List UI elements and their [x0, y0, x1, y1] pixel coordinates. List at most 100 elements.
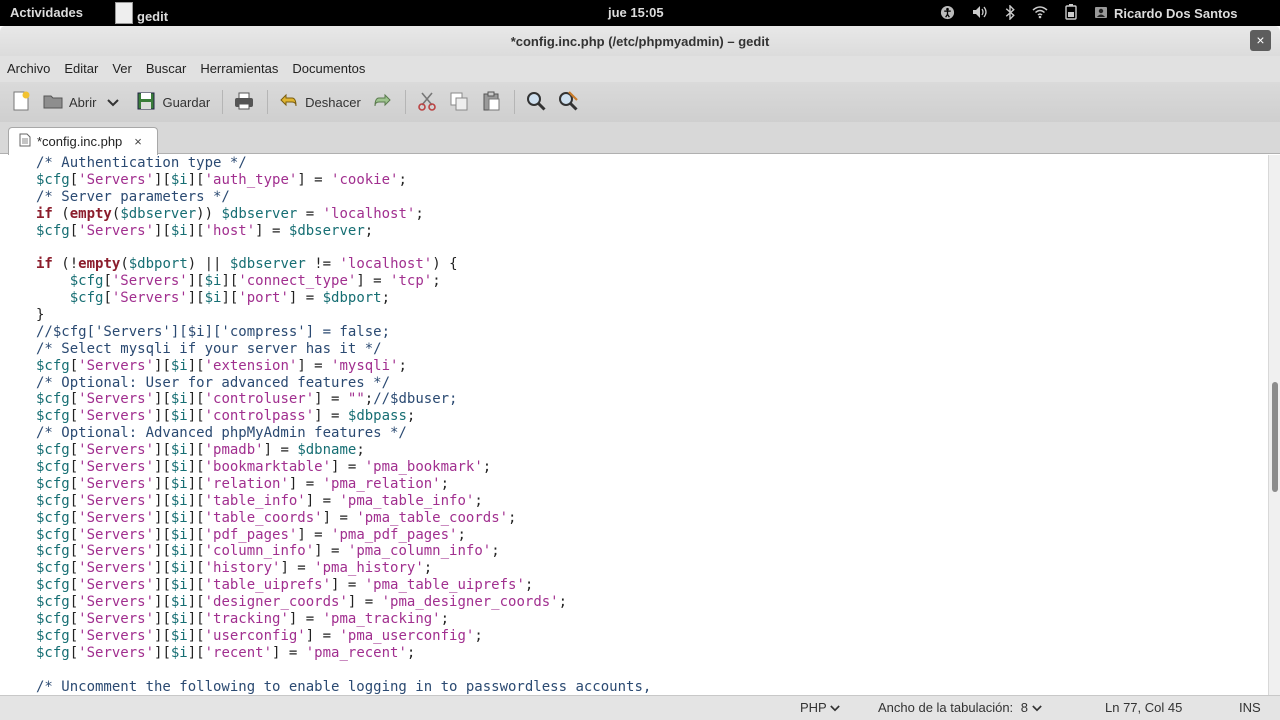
code-line[interactable]: $cfg['Servers'][$i]['connect_type'] = 't…: [36, 273, 651, 290]
code-line[interactable]: $cfg['Servers'][$i]['tracking'] = 'pma_t…: [36, 611, 651, 628]
language-selector[interactable]: PHP: [800, 700, 840, 715]
code-line[interactable]: $cfg['Servers'][$i]['recent'] = 'pma_rec…: [36, 645, 651, 662]
code-token: 'host': [204, 222, 256, 239]
code-token: $cfg: [36, 357, 70, 374]
code-line[interactable]: $cfg['Servers'][$i]['controlpass'] = $db…: [36, 408, 651, 425]
code-line[interactable]: $cfg['Servers'][$i]['port'] = $dbport;: [36, 290, 651, 307]
paste-button[interactable]: [480, 90, 502, 115]
code-token: 'pma_table_info': [339, 492, 475, 509]
code-line[interactable]: /* Optional: Advanced phpMyAdmin feature…: [36, 425, 651, 442]
code-token: 'Servers': [111, 290, 188, 307]
code-token: $i: [170, 611, 188, 628]
new-document-button[interactable]: [10, 90, 32, 115]
code-token: ][: [154, 611, 171, 628]
paste-icon: [480, 90, 502, 115]
code-line[interactable]: }: [36, 307, 651, 324]
code-token: 'column_info': [204, 543, 315, 560]
code-token: ][: [187, 391, 205, 408]
menu-herramientas[interactable]: Herramientas: [193, 56, 285, 82]
tab-config-inc-php[interactable]: *config.inc.php ×: [8, 127, 158, 155]
code-token: 'userconfig': [204, 627, 306, 644]
code-line[interactable]: $cfg['Servers'][$i]['table_uiprefs'] = '…: [36, 577, 651, 594]
code-line[interactable]: [36, 239, 651, 256]
code-token: ;: [423, 560, 433, 577]
window-close-button[interactable]: ×: [1250, 30, 1271, 51]
battery-icon[interactable]: [1065, 4, 1077, 23]
volume-icon[interactable]: [972, 5, 988, 22]
code-line[interactable]: $cfg['Servers'][$i]['table_coords'] = 'p…: [36, 510, 651, 527]
code-line[interactable]: $cfg['Servers'][$i]['history'] = 'pma_hi…: [36, 560, 651, 577]
code-line[interactable]: /* Authentication type */: [36, 155, 651, 172]
code-line[interactable]: $cfg['Servers'][$i]['auth_type'] = 'cook…: [36, 172, 651, 189]
copy-button[interactable]: [448, 90, 470, 115]
activities-button[interactable]: Actividades: [10, 5, 83, 20]
code-token: ] =: [331, 577, 365, 594]
menu-documentos[interactable]: Documentos: [285, 56, 372, 82]
menu-archivo[interactable]: Archivo: [0, 56, 57, 82]
tab-width-selector[interactable]: Ancho de la tabulación: 8: [878, 700, 1042, 715]
print-button[interactable]: [233, 90, 255, 115]
code-line[interactable]: $cfg['Servers'][$i]['host'] = $dbserver;: [36, 223, 651, 240]
clock[interactable]: jue 15:05: [608, 5, 664, 20]
undo-button[interactable]: Deshacer: [278, 90, 361, 115]
code-token: $i: [170, 577, 188, 594]
code-token: ;: [381, 290, 391, 307]
window-titlebar[interactable]: *config.inc.php (/etc/phpmyadmin) – gedi…: [0, 26, 1280, 56]
code-token: 'table_info': [204, 492, 306, 509]
code-line[interactable]: /* Select mysqli if your server has it *…: [36, 341, 651, 358]
code-line[interactable]: $cfg['Servers'][$i]['relation'] = 'pma_r…: [36, 476, 651, 493]
code-line[interactable]: $cfg['Servers'][$i]['userconfig'] = 'pma…: [36, 628, 651, 645]
user-menu[interactable]: Ricardo Dos Santos: [1094, 6, 1238, 22]
code-line[interactable]: $cfg['Servers'][$i]['controluser'] = "";…: [36, 391, 651, 408]
menu-buscar[interactable]: Buscar: [139, 56, 193, 82]
redo-button[interactable]: [371, 90, 393, 115]
menu-editar[interactable]: Editar: [57, 56, 105, 82]
app-menu-label: gedit: [137, 8, 169, 24]
code-line[interactable]: if (empty($dbserver)) $dbserver = 'local…: [36, 206, 651, 223]
code-token: [: [69, 526, 79, 543]
bluetooth-icon[interactable]: [1005, 3, 1015, 23]
code-token: ][: [154, 492, 171, 509]
code-token: [: [69, 577, 79, 594]
code-token: 'Servers': [78, 222, 155, 239]
find-button[interactable]: [525, 90, 547, 115]
app-menu[interactable]: gedit: [115, 2, 169, 27]
replace-button[interactable]: [557, 90, 579, 115]
open-button[interactable]: Abrir: [42, 90, 120, 115]
code-token: ) ||: [187, 256, 230, 273]
code-line[interactable]: $cfg['Servers'][$i]['extension'] = 'mysq…: [36, 358, 651, 375]
code-token: ;: [482, 459, 492, 476]
code-token: $i: [170, 594, 188, 611]
code-line[interactable]: [36, 662, 651, 679]
code-line[interactable]: /* Server parameters */: [36, 189, 651, 206]
menu-ver[interactable]: Ver: [105, 56, 139, 82]
code-line[interactable]: if (!empty($dbport) || $dbserver != 'loc…: [36, 256, 651, 273]
code-token: ] =: [288, 290, 323, 307]
code-line[interactable]: $cfg['Servers'][$i]['pdf_pages'] = 'pma_…: [36, 527, 651, 544]
scrollbar-thumb[interactable]: [1272, 382, 1278, 492]
code-line[interactable]: $cfg['Servers'][$i]['pmadb'] = $dbname;: [36, 442, 651, 459]
text-editor[interactable]: /* Authentication type */$cfg['Servers']…: [0, 155, 1268, 695]
cut-button[interactable]: [416, 90, 438, 115]
code-line[interactable]: /* Uncomment the following to enable log…: [36, 679, 651, 695]
save-button[interactable]: Guardar: [135, 90, 210, 115]
code-token: ] =: [347, 594, 382, 611]
search-icon: [525, 90, 547, 115]
chevron-down-icon[interactable]: [107, 95, 120, 110]
code-token: ] =: [263, 442, 298, 459]
code-line[interactable]: /* Optional: User for advanced features …: [36, 375, 651, 392]
tab-close-icon[interactable]: ×: [134, 134, 142, 149]
code-view[interactable]: /* Authentication type */$cfg['Servers']…: [36, 155, 651, 695]
code-token: ] =: [314, 543, 348, 560]
code-token: (!: [52, 256, 79, 273]
code-line[interactable]: $cfg['Servers'][$i]['designer_coords'] =…: [36, 594, 651, 611]
code-line[interactable]: //$cfg['Servers'][$i]['compress'] = fals…: [36, 324, 651, 341]
code-line[interactable]: $cfg['Servers'][$i]['column_info'] = 'pm…: [36, 543, 651, 560]
code-token: ][: [187, 577, 205, 594]
accessibility-icon[interactable]: [940, 5, 955, 23]
code-line[interactable]: $cfg['Servers'][$i]['bookmarktable'] = '…: [36, 459, 651, 476]
code-token: ;: [508, 509, 517, 526]
code-line[interactable]: $cfg['Servers'][$i]['table_info'] = 'pma…: [36, 493, 651, 510]
wifi-icon[interactable]: [1032, 5, 1048, 22]
vertical-scrollbar[interactable]: [1268, 155, 1280, 695]
